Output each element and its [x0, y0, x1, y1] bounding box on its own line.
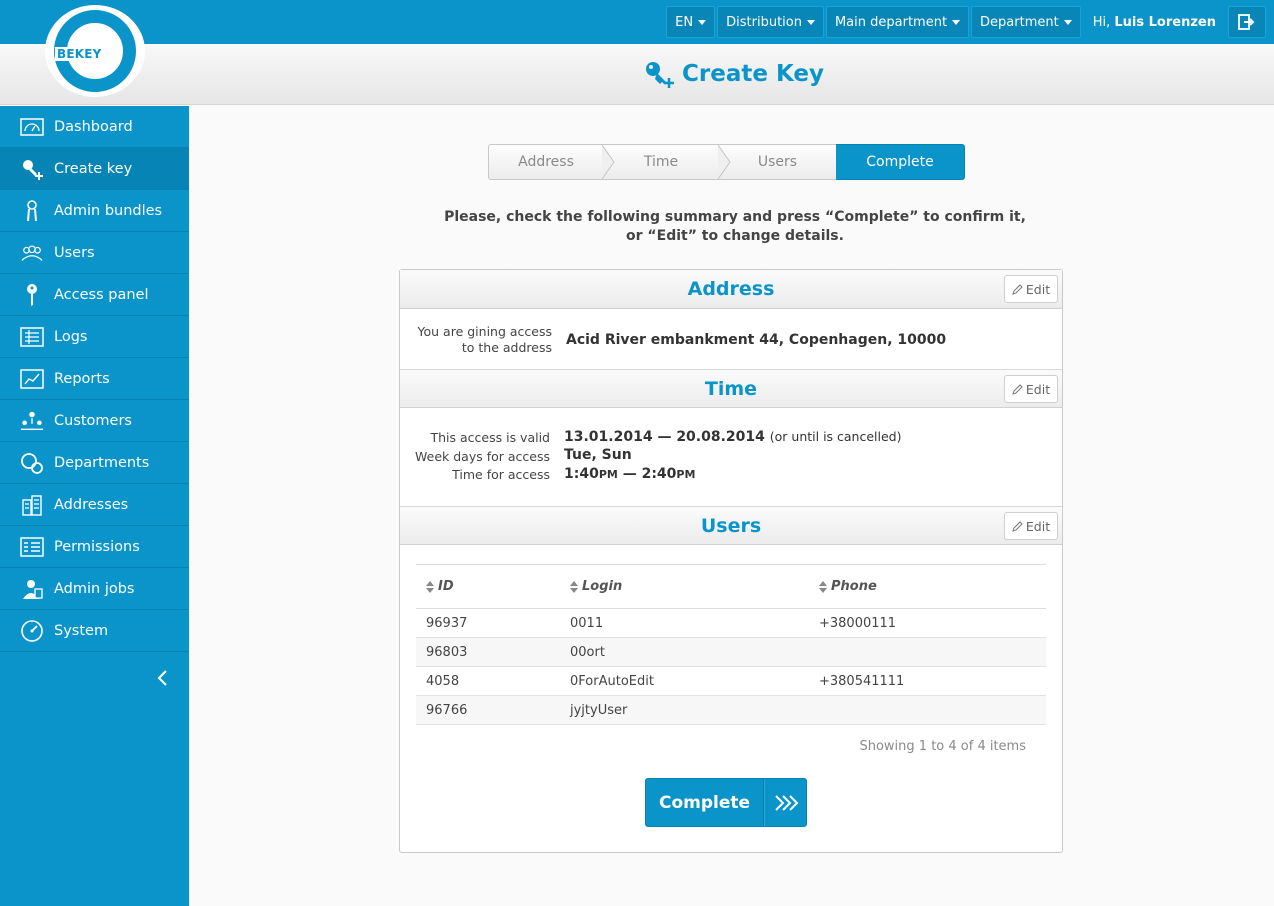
sidebar-item-admin-jobs[interactable]: Admin jobs	[0, 568, 189, 610]
sidebar: Dashboard Create key Admin bundles Users…	[0, 106, 189, 906]
chevron-left-icon	[157, 670, 167, 686]
top-bar-controls: EN Distribution Main department Departme…	[666, 0, 1274, 44]
time-section-header: Time Edit	[400, 369, 1062, 408]
top-bar: EN Distribution Main department Departme…	[0, 0, 1274, 44]
sidebar-item-reports[interactable]: Reports	[0, 358, 189, 400]
users-section-header: Users Edit	[400, 506, 1062, 545]
weekdays-value: Tue, Sun	[564, 447, 632, 463]
key-plus-icon	[20, 157, 44, 181]
sidebar-item-admin-bundles[interactable]: Admin bundles	[0, 190, 189, 232]
main-department-dropdown[interactable]: Main department	[825, 6, 970, 38]
address-value: Acid River embankment 44, Copenhagen, 10…	[566, 332, 947, 348]
sidebar-item-addresses[interactable]: Addresses	[0, 484, 189, 526]
sidebar-item-system[interactable]: System	[0, 610, 189, 652]
valid-period-value: 13.01.2014 — 20.08.2014 (or until is can…	[564, 429, 902, 445]
complete-button-label: Complete	[646, 779, 764, 826]
valid-period-label: This access is valid	[430, 430, 550, 445]
sidebar-item-dashboard[interactable]: Dashboard	[0, 106, 189, 148]
address-label: You are gining access to the address	[417, 324, 552, 355]
address-section-header: Address Edit	[400, 270, 1062, 309]
step-separator	[718, 145, 731, 179]
dashboard-icon	[20, 115, 44, 139]
permissions-icon	[20, 535, 44, 559]
users-section-title: Users	[700, 515, 762, 537]
wizard-step-time[interactable]: Time	[603, 144, 731, 180]
column-header-id[interactable]: ID	[426, 579, 454, 594]
table-row[interactable]: 96766 jyjtyUser	[416, 696, 1046, 725]
edit-users-button[interactable]: Edit	[1004, 512, 1058, 540]
sidebar-item-logs[interactable]: Logs	[0, 316, 189, 358]
page-title: Create Key	[644, 60, 824, 88]
column-header-login[interactable]: Login	[570, 579, 622, 594]
customers-icon	[20, 409, 44, 433]
key-plus-icon	[646, 62, 674, 88]
wizard-step-complete[interactable]: Complete	[836, 144, 965, 180]
chevron-down-icon	[1063, 19, 1072, 25]
admin-jobs-icon	[20, 577, 44, 601]
weekdays-label: Week days for access	[415, 449, 550, 464]
table-row[interactable]: 4058 0ForAutoEdit +380541111	[416, 667, 1046, 696]
edit-address-button[interactable]: Edit	[1004, 275, 1058, 303]
language-dropdown[interactable]: EN	[666, 6, 716, 38]
logs-icon	[20, 325, 44, 349]
summary-panel: Address Edit You are gining access to th…	[399, 269, 1063, 853]
address-section-title: Address	[687, 278, 775, 300]
column-header-phone[interactable]: Phone	[819, 579, 877, 594]
table-header: ID Login Phone	[416, 564, 1046, 609]
sidebar-item-customers[interactable]: Customers	[0, 400, 189, 442]
wizard-steps: Address Time Users Complete	[488, 144, 965, 180]
department-dropdown[interactable]: Department	[971, 6, 1081, 38]
sidebar-item-users[interactable]: Users	[0, 232, 189, 274]
logout-icon	[1238, 14, 1255, 30]
time-section-title: Time	[704, 378, 758, 400]
key-icon	[20, 283, 44, 307]
users-table: ID Login Phone 96937 0011 +38000111 9680…	[416, 564, 1046, 725]
chevrons-right-icon	[764, 779, 806, 826]
valid-period-note: (or until is cancelled)	[769, 429, 902, 444]
sort-icon	[426, 580, 434, 593]
chevron-down-icon	[952, 19, 961, 25]
reports-icon	[20, 367, 44, 391]
sidebar-item-departments[interactable]: Departments	[0, 442, 189, 484]
table-row[interactable]: 96803 00ort	[416, 638, 1046, 667]
key-bundle-icon	[20, 199, 44, 223]
sidebar-collapse-button[interactable]	[150, 666, 174, 690]
access-time-label: Time for access	[452, 467, 550, 482]
users-icon	[20, 241, 44, 265]
pencil-icon	[1012, 383, 1023, 395]
pencil-icon	[1012, 520, 1023, 532]
sort-icon	[570, 580, 578, 593]
system-icon	[20, 619, 44, 643]
pagination-info: Showing 1 to 4 of 4 items	[859, 739, 1026, 754]
sidebar-item-permissions[interactable]: Permissions	[0, 526, 189, 568]
wizard-step-address[interactable]: Address	[488, 144, 615, 180]
logo-text: BEKEY	[55, 47, 104, 61]
summary-instructions: Please, check the following summary and …	[444, 209, 1026, 244]
sort-icon	[819, 580, 827, 593]
logout-button[interactable]	[1228, 6, 1266, 38]
sidebar-item-access-panel[interactable]: Access panel	[0, 274, 189, 316]
sidebar-item-create-key[interactable]: Create key	[0, 148, 189, 190]
addresses-icon	[20, 493, 44, 517]
user-greeting: Hi, Luis Lorenzen	[1092, 14, 1216, 30]
header-band	[0, 44, 1274, 105]
step-separator	[602, 145, 615, 179]
pencil-icon	[1012, 283, 1023, 295]
bekey-logo[interactable]: BEKEY	[45, 5, 145, 97]
wizard-step-users[interactable]: Users	[719, 144, 836, 180]
departments-icon	[20, 451, 44, 475]
chevron-down-icon	[806, 19, 815, 25]
complete-button[interactable]: Complete	[645, 778, 807, 827]
user-name: Luis Lorenzen	[1114, 14, 1216, 30]
access-time-value: 1:40PM — 2:40PM	[564, 466, 696, 482]
edit-time-button[interactable]: Edit	[1004, 375, 1058, 403]
distribution-dropdown[interactable]: Distribution	[717, 6, 824, 38]
chevron-down-icon	[698, 19, 707, 25]
table-row[interactable]: 96937 0011 +38000111	[416, 609, 1046, 638]
